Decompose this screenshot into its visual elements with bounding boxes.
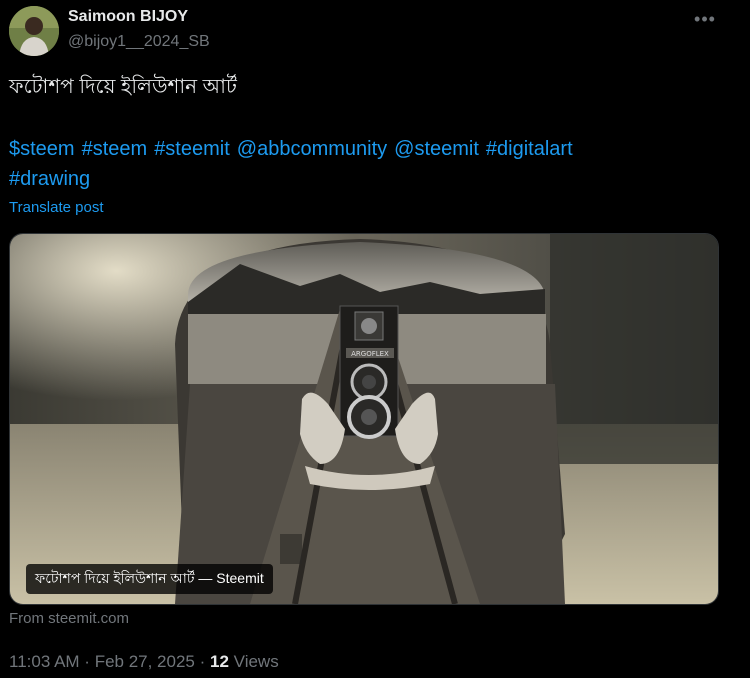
mention-link[interactable]: @steemit — [394, 138, 479, 160]
post-tags: $steem #steem #steemit @abbcommunity @steemi… — [9, 134, 699, 194]
more-horizontal-icon[interactable]: ••• — [692, 6, 718, 32]
author-handle[interactable]: @bijoy1__2024_SB — [68, 33, 210, 51]
views-count: 12 — [210, 652, 229, 671]
avatar[interactable] — [9, 6, 59, 56]
tag-link[interactable]: $steem — [9, 138, 75, 160]
author-name[interactable]: Saimoon BIJOY — [68, 8, 188, 26]
camera-brand-text: ARGOFLEX — [351, 350, 389, 358]
tag-link[interactable]: #steem — [82, 138, 148, 160]
mention-link[interactable]: @abbcommunity — [237, 138, 387, 160]
avatar-image — [9, 6, 59, 56]
post-text: ফটোশপ দিয়ে ইলিউশান আর্ট — [9, 76, 237, 98]
post-date[interactable]: Feb 27, 2025 — [95, 652, 195, 671]
meta-separator: · — [79, 652, 95, 671]
views-label: Views — [233, 652, 279, 671]
tag-link[interactable]: #steemit — [154, 138, 230, 160]
tag-link[interactable]: #digitalart — [486, 138, 573, 160]
post-time[interactable]: 11:03 AM — [9, 652, 80, 671]
meta-separator: · — [194, 652, 210, 671]
tag-link[interactable]: #drawing — [9, 168, 90, 190]
link-card-image[interactable]: ARGOFLEX ফটোশপ দিয়ে ইলিউশান আর্ট — Stee… — [9, 233, 719, 605]
link-card-caption: ফটোশপ দিয়ে ইলিউশান আর্ট — Steemit — [26, 564, 273, 594]
translate-post-link[interactable]: Translate post — [9, 199, 104, 216]
illusion-art-image: ARGOFLEX — [10, 234, 718, 604]
link-source[interactable]: From steemit.com — [9, 610, 129, 627]
post-meta: 11:03 AM · Feb 27, 2025 · 12 Views — [9, 652, 279, 672]
